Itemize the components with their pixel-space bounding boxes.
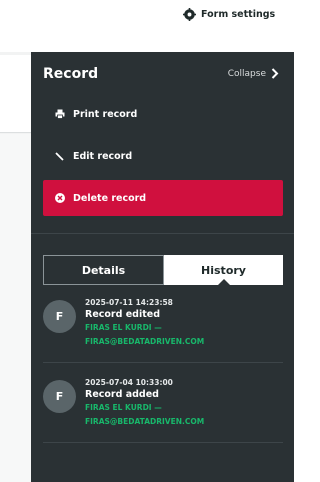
tab-history[interactable]: History [164, 255, 283, 285]
close-circle-icon [55, 193, 65, 203]
printer-icon [55, 109, 65, 119]
page: Form settings Record Collapse Print reco… [0, 0, 294, 482]
history-timestamp: 2025-07-04 10:33:00 [85, 378, 173, 387]
print-record-label: Print record [73, 108, 138, 120]
edit-record-button[interactable]: Edit record [43, 138, 283, 174]
history-user-name[interactable]: FIRAS EL KURDI — [85, 321, 204, 335]
history-user-name[interactable]: FIRAS EL KURDI — [85, 401, 204, 415]
background-content [0, 134, 31, 482]
history-user-email[interactable]: FIRAS@BEDATADRIVEN.COM [85, 415, 204, 429]
chevron-right-icon [271, 68, 279, 79]
form-settings-button[interactable]: Form settings [183, 7, 275, 21]
avatar: F [43, 300, 76, 333]
record-side-panel: Record Collapse Print record Edit record… [31, 52, 294, 482]
edit-record-label: Edit record [73, 150, 133, 162]
active-tab-indicator [217, 279, 230, 285]
background-card [0, 55, 31, 133]
history-entry-text: 2025-07-11 14:23:58 Record edited FIRAS … [85, 297, 204, 349]
history-entry: F 2025-07-04 10:33:00 Record added FIRAS… [43, 375, 283, 443]
form-settings-label: Form settings [201, 8, 276, 20]
history-entry-text: 2025-07-04 10:33:00 Record added FIRAS E… [85, 377, 204, 429]
top-bar: Form settings [0, 0, 294, 52]
pencil-icon [55, 151, 65, 161]
gear-icon [183, 7, 196, 21]
delete-record-label: Delete record [73, 192, 147, 204]
tab-details[interactable]: Details [43, 255, 164, 285]
history-user-email[interactable]: FIRAS@BEDATADRIVEN.COM [85, 335, 204, 349]
delete-record-button[interactable]: Delete record [43, 180, 283, 216]
history-timestamp: 2025-07-11 14:23:58 [85, 298, 173, 307]
collapse-label: Collapse [227, 68, 266, 79]
collapse-button[interactable]: Collapse [228, 68, 279, 79]
print-record-button[interactable]: Print record [43, 96, 283, 132]
history-entry: F 2025-07-11 14:23:58 Record edited FIRA… [43, 295, 283, 363]
avatar: F [43, 380, 76, 413]
panel-title: Record [43, 66, 99, 82]
tab-history-label: History [201, 263, 246, 277]
history-title: Record added [85, 389, 159, 400]
tab-bar: Details History [43, 255, 283, 285]
divider [31, 233, 294, 234]
history-title: Record edited [85, 309, 160, 320]
